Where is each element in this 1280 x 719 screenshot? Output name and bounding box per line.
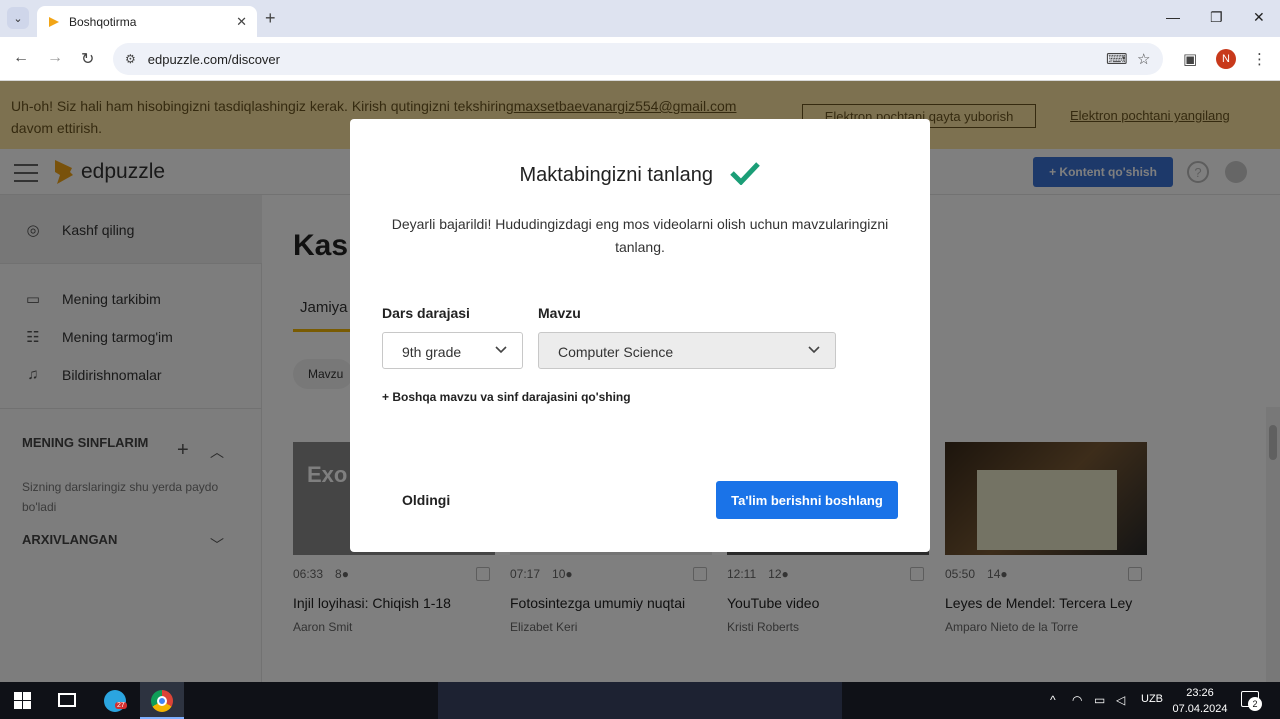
forward-arrow-icon[interactable]: →: [47, 49, 63, 67]
restore-icon[interactable]: ❐: [1210, 9, 1223, 26]
subject-select[interactable]: Computer Science: [538, 332, 836, 369]
translate-icon[interactable]: ⌨: [1106, 50, 1128, 68]
tab-close-icon[interactable]: ✕: [236, 14, 247, 30]
select-school-dialog: Maktabingizni tanlang Deyarli bajarildi!…: [350, 119, 930, 552]
taskbar-preview: [438, 682, 842, 719]
windows-taskbar: 27 ^ ◠ ▭ ◁ UZB 23:26 07.04.2024 2: [0, 682, 1280, 719]
tab-title: Boshqotirma: [69, 14, 137, 29]
grade-label: Dars darajasi: [382, 305, 470, 321]
battery-icon[interactable]: ▭: [1094, 693, 1105, 707]
browser-tab-strip: ⌄ Boshqotirma ✕ + — ❐ ✕: [0, 0, 1280, 37]
bookmark-star-icon[interactable]: ☆: [1137, 50, 1150, 68]
site-info-icon[interactable]: ⚙: [125, 52, 136, 66]
dialog-title: Maktabingizni tanlang: [350, 161, 930, 187]
side-panel-icon[interactable]: ▣: [1183, 50, 1197, 68]
wifi-icon[interactable]: ◠: [1072, 693, 1082, 707]
browser-tab[interactable]: Boshqotirma ✕: [37, 6, 257, 37]
grade-select[interactable]: 9th grade: [382, 332, 523, 369]
system-clock[interactable]: 23:26 07.04.2024: [1168, 685, 1232, 717]
window-close-icon[interactable]: ✕: [1253, 9, 1265, 26]
web-page: Uh-oh! Siz hali ham hisobingizni tasdiql…: [0, 81, 1280, 682]
profile-avatar[interactable]: N: [1216, 49, 1236, 69]
volume-icon[interactable]: ◁: [1116, 693, 1125, 707]
start-teaching-button[interactable]: Ta'lim berishni boshlang: [716, 481, 898, 519]
notification-count: 2: [1248, 697, 1262, 711]
dialog-description: Deyarli bajarildi! Hududingizdagi eng mo…: [391, 216, 889, 255]
new-tab-icon[interactable]: +: [265, 8, 276, 29]
edpuzzle-favicon-icon: [49, 16, 59, 27]
chevron-down-icon: [808, 346, 820, 354]
tab-search-button[interactable]: ⌄: [7, 7, 29, 29]
checkmark-icon: [729, 162, 760, 185]
back-arrow-icon[interactable]: ←: [13, 49, 29, 67]
minimize-icon[interactable]: —: [1166, 9, 1180, 25]
chevron-up-icon[interactable]: ^: [1050, 693, 1056, 707]
task-view-icon[interactable]: [58, 693, 76, 707]
reload-icon[interactable]: ↻: [81, 49, 94, 69]
language-indicator[interactable]: UZB: [1141, 693, 1163, 705]
notification-center-icon[interactable]: 2: [1241, 691, 1262, 711]
windows-start-icon[interactable]: [14, 692, 31, 709]
browser-menu-icon[interactable]: ⋮: [1252, 50, 1267, 68]
subject-label: Mavzu: [538, 305, 581, 321]
back-button[interactable]: Oldingi: [402, 492, 450, 508]
chrome-icon[interactable]: [151, 690, 173, 712]
url-text: edpuzzle.com/discover: [147, 51, 280, 67]
browser-toolbar: ← → ↻ ⚙ edpuzzle.com/discover ⌨ ☆ ▣ ⋮: [0, 37, 1280, 81]
telegram-badge: 27: [115, 702, 127, 709]
address-bar[interactable]: ⚙ edpuzzle.com/discover: [113, 43, 1163, 75]
add-subject-link[interactable]: + Boshqa mavzu va sinf darajasini qo'shi…: [382, 390, 631, 404]
chevron-down-icon: [495, 346, 507, 354]
telegram-icon[interactable]: 27: [104, 690, 127, 712]
